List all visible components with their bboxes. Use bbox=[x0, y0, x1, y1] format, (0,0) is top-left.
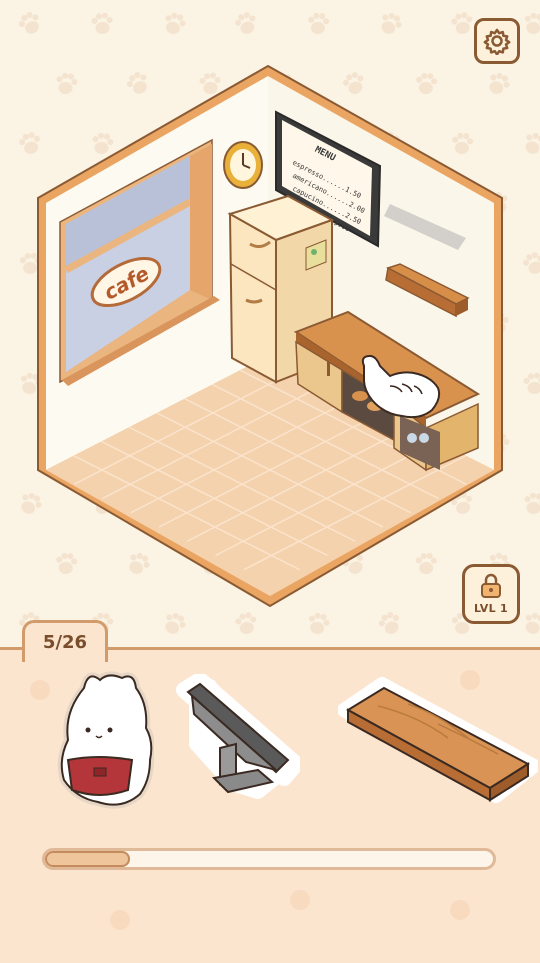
tablet-stand-sticker bbox=[176, 672, 304, 799]
gear-icon bbox=[483, 28, 511, 55]
wooden-shelf-sticker bbox=[337, 677, 540, 803]
wall-clock bbox=[223, 141, 263, 189]
tray-item-tablet-stand[interactable] bbox=[176, 672, 304, 804]
level-lock-button[interactable]: LVL 1 bbox=[462, 564, 520, 624]
collection-counter: 5/26 bbox=[22, 620, 108, 662]
lock-icon bbox=[481, 573, 501, 598]
isometric-cafe-room: cafe MENU espresso......1.50americano...… bbox=[37, 64, 503, 608]
level-label: LVL 1 bbox=[473, 602, 508, 615]
tray-item-cat-barista[interactable] bbox=[54, 668, 156, 814]
progress-bar bbox=[42, 848, 496, 870]
tray-item-wooden-shelf[interactable] bbox=[337, 674, 540, 810]
settings-button[interactable] bbox=[474, 18, 520, 64]
progress-fill bbox=[45, 851, 131, 867]
cat-barista-sticker bbox=[57, 671, 156, 809]
